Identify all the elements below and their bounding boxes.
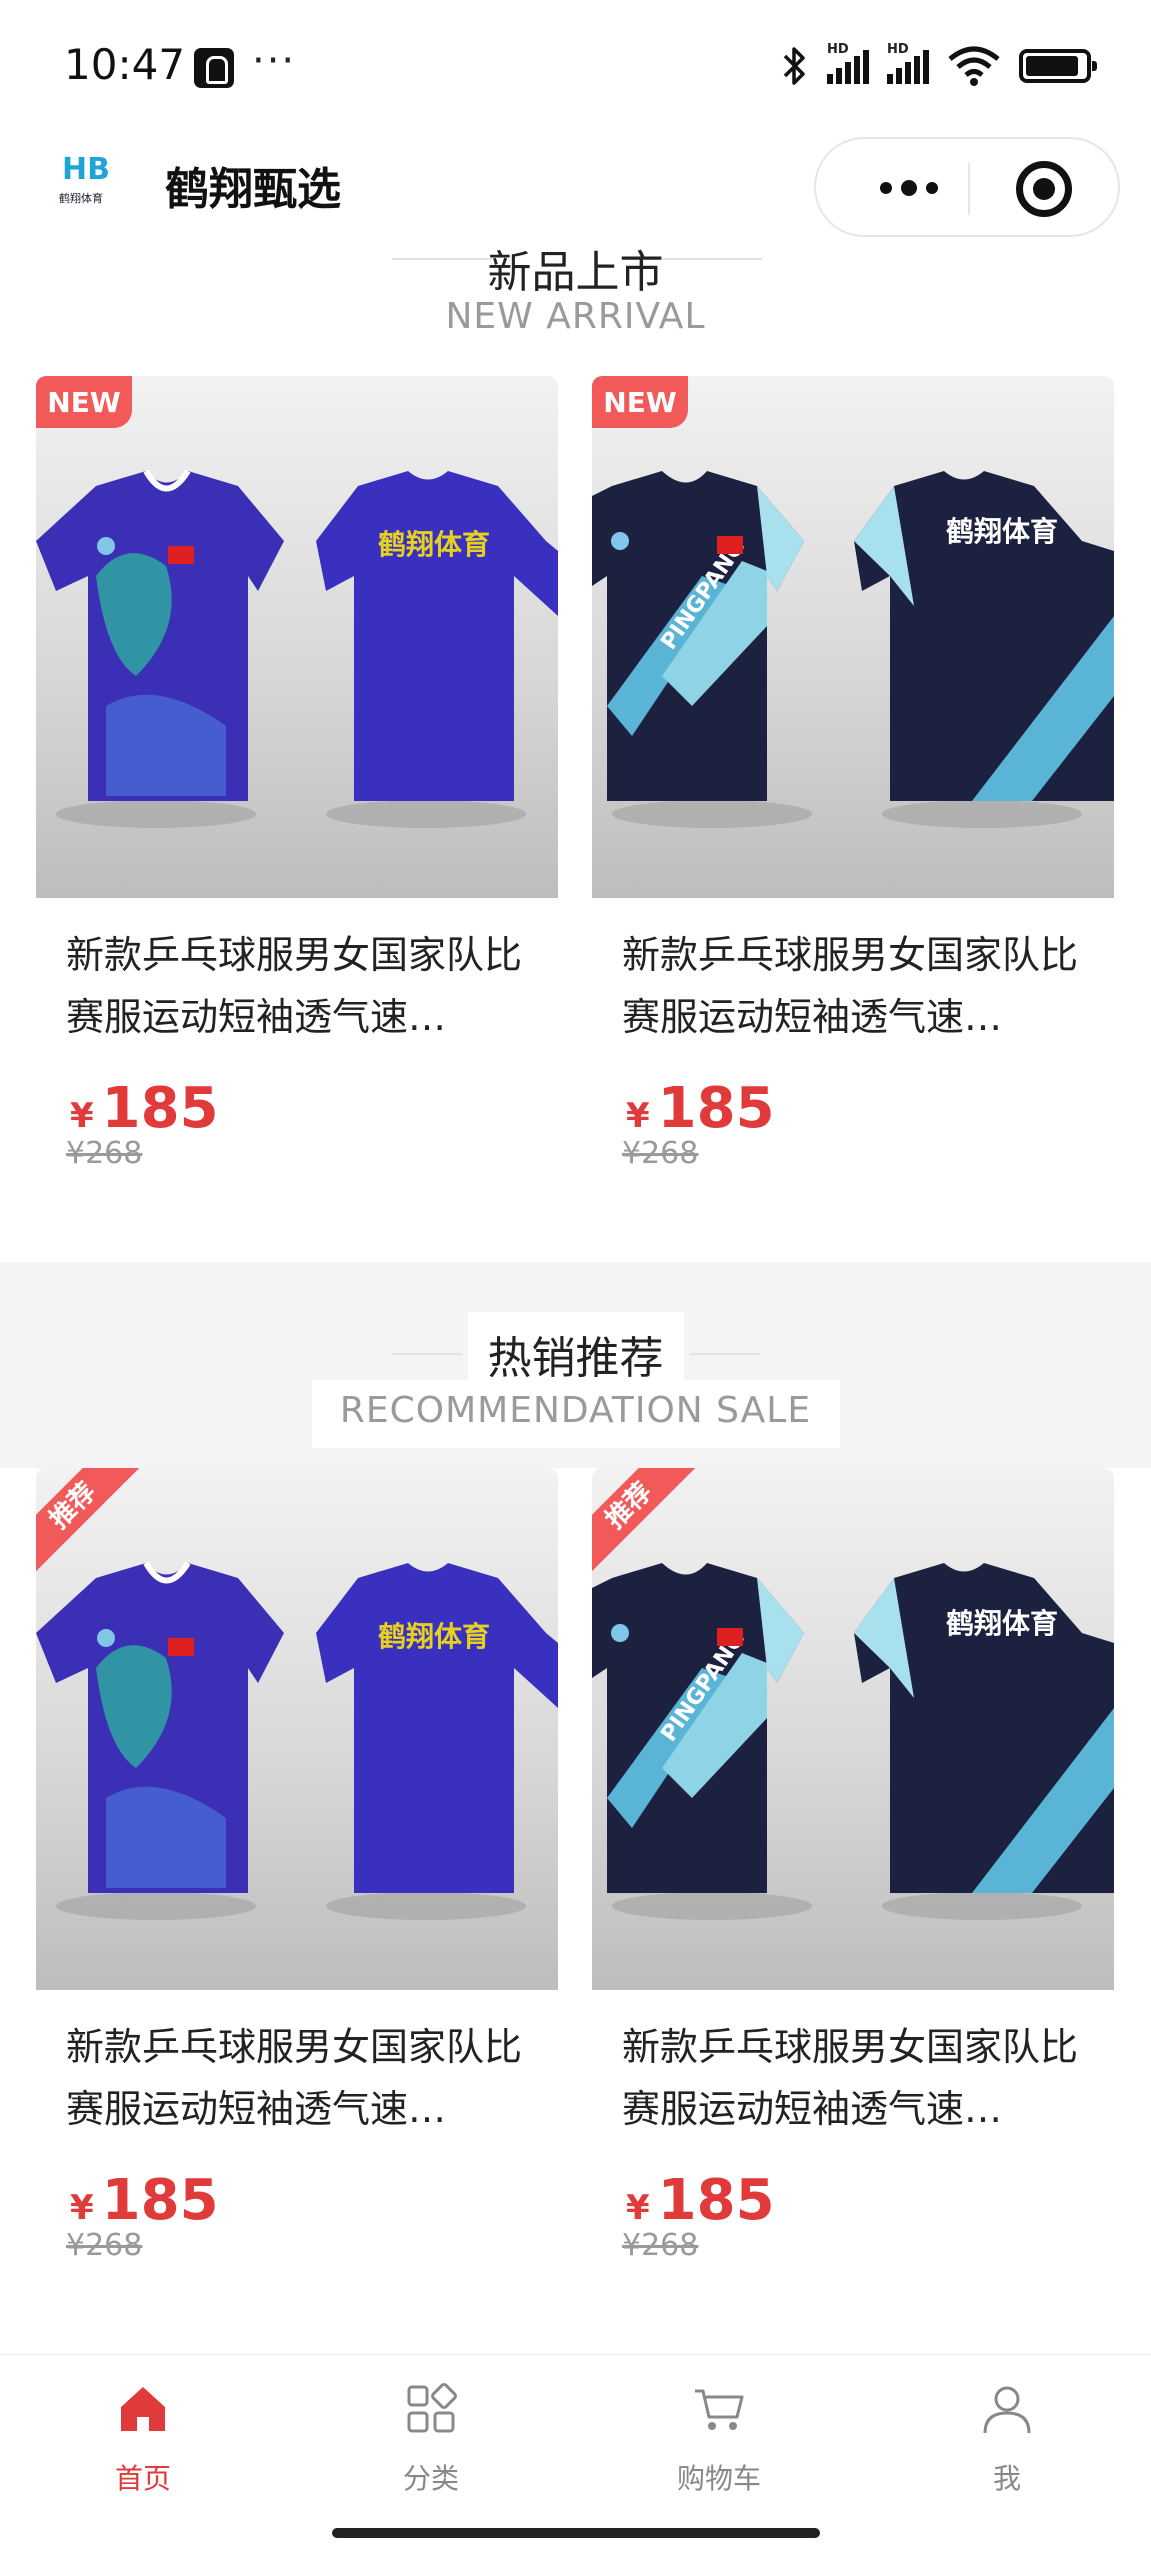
jersey-image-blue: 鹤翔体育: [36, 469, 558, 828]
product-image[interactable]: 推荐 PINGPANG 鹤翔体育: [592, 1468, 1114, 1990]
logo-mark: HB: [62, 152, 110, 187]
tab-label: 我: [992, 2462, 1021, 2495]
product-original-price: ¥268: [622, 2228, 699, 2263]
product-title[interactable]: 新款乒乓球服男女国家队比赛服运动短袖透气速…: [622, 2016, 1092, 2140]
product-title[interactable]: 新款乒乓球服男女国家队比赛服运动短袖透气速…: [622, 924, 1092, 1048]
product-image[interactable]: 推荐 鹤翔体育: [36, 1468, 558, 1990]
tab-label: 分类: [402, 2462, 459, 2495]
user-icon: [983, 2386, 1031, 2434]
menu-capsule: [814, 137, 1120, 237]
product-title[interactable]: 新款乒乓球服男女国家队比赛服运动短袖透气速…: [66, 924, 536, 1048]
home-indicator[interactable]: [332, 2528, 820, 2538]
product-card[interactable]: NEW 鹤翔体育 新款乒乓球服男女国家队比赛服运动短袖透气速… ¥185 ¥26…: [36, 376, 558, 1216]
section-title-cn: 热销推荐: [487, 1333, 664, 1384]
close-miniprogram-button[interactable]: [1016, 161, 1072, 217]
product-image[interactable]: NEW 鹤翔体育: [36, 376, 558, 898]
section-title-en: NEW ARRIVAL: [445, 296, 706, 337]
product-original-price: ¥268: [66, 1136, 143, 1171]
product-card[interactable]: NEW PINGPANG 鹤翔体育 新款乒乓球服男女国家队比赛服运动短袖透气速……: [592, 376, 1114, 1216]
new-badge: NEW: [592, 376, 688, 428]
app-page: 10:47 ··· HD HD HB 鹤翔体育 鹤翔甄选 新品上市 NEW AR…: [0, 0, 1151, 2560]
category-icon: [407, 2383, 457, 2433]
capsule-divider: [968, 163, 970, 215]
jersey-image-navy: PINGPANG 鹤翔体育: [592, 471, 1114, 828]
jersey-back-text: 鹤翔体育: [946, 515, 1058, 548]
status-time: 10:47: [64, 40, 186, 89]
product-price: ¥185: [70, 1076, 219, 1141]
more-menu-button[interactable]: [864, 173, 954, 203]
tab-home[interactable]: 首页: [63, 2379, 223, 2497]
product-original-price: ¥268: [622, 1136, 699, 1171]
new-badge: NEW: [36, 376, 132, 428]
bottom-tab-bar: 首页 分类 购物车 我: [0, 2354, 1151, 2514]
page-title: 鹤翔甄选: [165, 164, 341, 215]
product-card[interactable]: 推荐 鹤翔体育 新款乒乓球服男女国家队比赛服运动短袖透气速… ¥185 ¥268: [36, 1468, 558, 2338]
status-more-dots: ···: [252, 38, 297, 84]
product-title[interactable]: 新款乒乓球服男女国家队比赛服运动短袖透气速…: [66, 2016, 536, 2140]
jersey-image-navy: PINGPANG 鹤翔体育: [592, 1563, 1114, 1920]
product-price: ¥185: [626, 1076, 775, 1141]
bluetooth-icon: [783, 47, 805, 85]
jersey-back-text: 鹤翔体育: [946, 1607, 1058, 1640]
product-original-price: ¥268: [66, 2228, 143, 2263]
home-icon: [121, 2387, 165, 2431]
jersey-image-blue: 鹤翔体育: [36, 1561, 558, 1920]
logo-text: 鹤翔体育: [59, 192, 103, 205]
tab-category[interactable]: 分类: [351, 2379, 511, 2497]
wifi-icon: [948, 46, 1000, 86]
tab-label: 购物车: [676, 2462, 761, 2495]
signal-icon-1: HD: [827, 42, 869, 84]
tab-cart[interactable]: 购物车: [639, 2379, 799, 2497]
mini-program-navbar: HB 鹤翔体育 鹤翔甄选: [0, 135, 1151, 247]
product-price: ¥185: [70, 2168, 219, 2233]
status-icons: HD HD: [781, 42, 1097, 88]
notification-app-icon: [194, 48, 234, 88]
signal-icon-2: HD: [887, 42, 929, 84]
product-price: ¥185: [626, 2168, 775, 2233]
product-image[interactable]: NEW PINGPANG 鹤翔体育: [592, 376, 1114, 898]
jersey-back-text: 鹤翔体育: [378, 528, 490, 561]
section-title-en: RECOMMENDATION SALE: [339, 1390, 812, 1431]
brand-logo: HB 鹤翔体育: [50, 150, 112, 212]
product-card[interactable]: 推荐 PINGPANG 鹤翔体育 新款乒乓球服男女国家队比赛服运动短袖透气速… …: [592, 1468, 1114, 2338]
tab-me[interactable]: 我: [927, 2379, 1087, 2497]
battery-icon: [1019, 49, 1097, 83]
jersey-back-text: 鹤翔体育: [378, 1620, 490, 1653]
cart-icon: [695, 2389, 744, 2430]
status-bar: 10:47 ··· HD HD: [0, 0, 1151, 135]
tab-label: 首页: [114, 2462, 171, 2495]
